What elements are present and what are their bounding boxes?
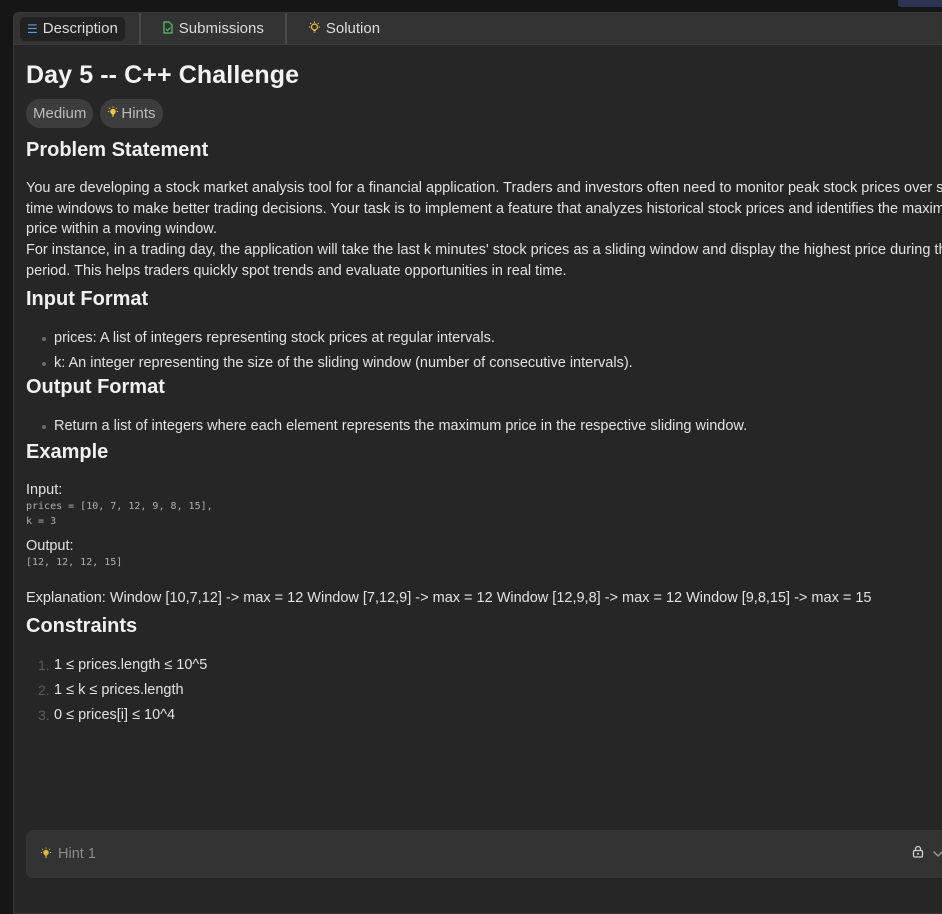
document-check-icon [162,21,174,36]
problem-statement-body: You are developing a stock market analys… [26,178,942,282]
problem-content: Day 5 -- C++ Challenge Medium Hints Prob… [14,60,942,730]
problem-statement-heading: Problem Statement [26,139,209,161]
statement-line: You are developing a stock market analys… [26,180,942,196]
tab-divider [138,13,141,44]
constraint-text: 1 ≤ prices.length ≤ 10^5 [54,657,208,674]
tab-description-label: Description [42,20,118,37]
statement-line: time windows to make better trading deci… [26,200,942,217]
constraints-list: 1. 1 ≤ prices.length ≤ 10^5 2. 1 ≤ k ≤ p… [26,655,942,730]
tab-submissions[interactable]: Submissions [155,17,271,41]
list-item: 1. 1 ≤ prices.length ≤ 10^5 [26,655,942,680]
tab-submissions-label: Submissions [178,20,264,37]
example-block: Input: prices = [10, 7, 12, 9, 8, 15], k… [26,481,942,609]
lightbulb-icon [308,21,321,36]
hint-label: Hint 1 [58,846,96,862]
hint-controls [912,845,942,863]
output-format-list: Return a list of integers where each ele… [26,416,942,441]
lightbulb-icon [107,106,119,121]
constraint-text: 1 ≤ k ≤ prices.length [54,682,184,699]
list-number: 1. [38,657,50,674]
statement-line: For instance, in a trading day, the appl… [26,242,942,259]
window-accent [898,0,942,7]
example-output-code: [12, 12, 12, 15] [26,556,123,568]
tab-bar: ☰ Description Submissions Solution [14,13,942,45]
input-format-heading: Input Format [26,287,149,310]
tab-solution-label: Solution [325,20,381,37]
list-item: prices: A list of integers representing … [26,328,942,353]
tab-description[interactable]: ☰ Description [20,16,125,41]
list-item: k: An integer representing the size of t… [26,353,942,378]
statement-line: period. This helps traders quickly spot … [26,262,567,279]
difficulty-label: Medium [33,105,87,122]
problem-title: Day 5 -- C++ Challenge [26,61,300,89]
input-format-list: prices: A list of integers representing … [26,328,942,378]
hint-accordion[interactable]: Hint 1 [26,830,942,878]
hints-badge[interactable]: Hints [100,99,163,128]
constraint-text: 0 ≤ prices[i] ≤ 10^4 [54,707,176,724]
hints-label: Hints [121,105,156,122]
tab-divider [284,13,287,44]
difficulty-badge: Medium [26,99,94,128]
list-item: Return a list of integers where each ele… [26,416,942,441]
example-output-label: Output: [26,537,74,554]
badge-row: Medium Hints [26,99,942,128]
example-input-code: k = 3 [26,515,57,527]
lightbulb-icon [40,846,52,862]
tab-solution[interactable]: Solution [301,17,387,41]
example-input-label: Input: [26,481,63,498]
list-number: 2. [38,682,50,699]
statement-line: price within a moving window. [26,221,218,238]
list-icon: ☰ [27,21,38,36]
example-input-code: prices = [10, 7, 12, 9, 8, 15], [26,500,213,512]
lock-icon [912,845,924,863]
list-item: 3. 0 ≤ prices[i] ≤ 10^4 [26,705,942,730]
example-explanation: Explanation: Window [10,7,12] -> max = 1… [26,589,872,606]
problem-panel: ☰ Description Submissions Solution Day 5… [13,12,942,914]
list-number: 3. [38,707,50,724]
constraints-heading: Constraints [26,615,138,638]
example-heading: Example [26,440,109,463]
list-item: 2. 1 ≤ k ≤ prices.length [26,680,942,705]
chevron-down-icon[interactable] [932,845,942,863]
